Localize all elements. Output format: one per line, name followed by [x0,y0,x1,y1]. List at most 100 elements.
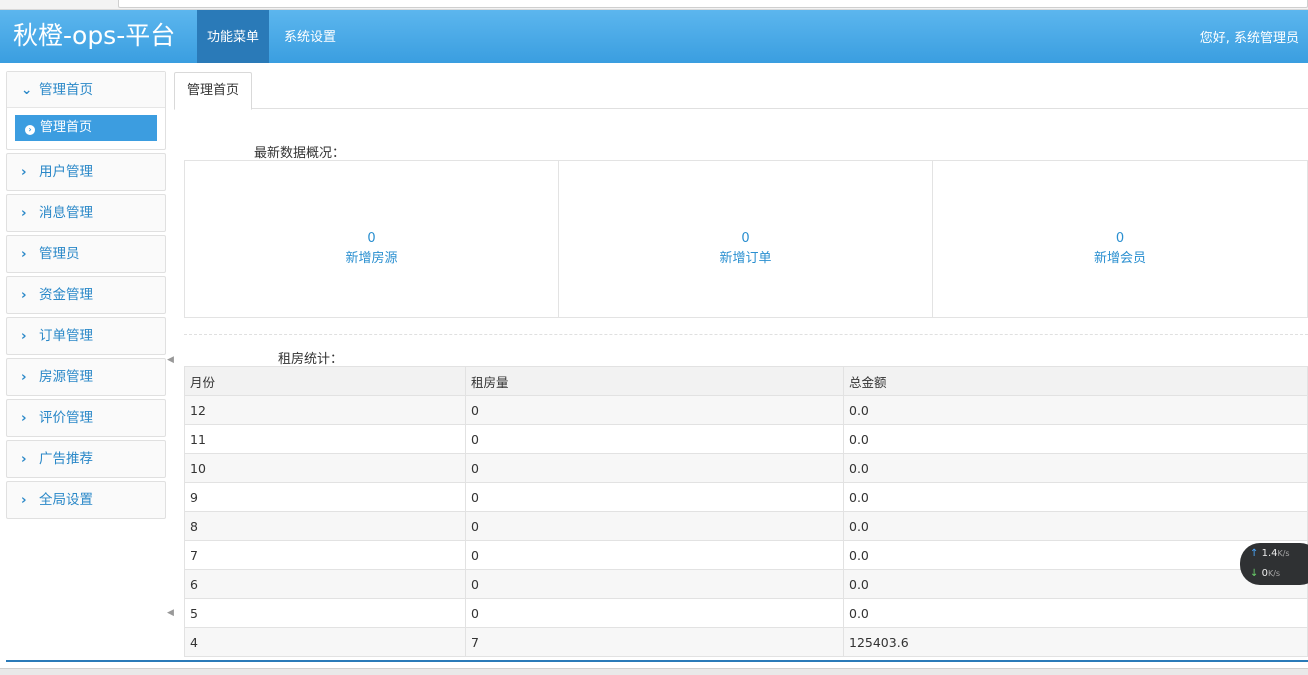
stat-new-members: 0 新增会员 [933,161,1307,317]
sidebar-item-users[interactable]: › 用户管理 [6,153,166,191]
chevron-down-icon: ⌄ [21,82,33,98]
cell-rent-count: 7 [465,627,844,657]
cell-total-amount: 0.0 [843,482,1308,512]
cell-total-amount: 0.0 [843,569,1308,599]
table-row: 12 0 0.0 [184,395,1308,425]
sidebar-item-listings[interactable]: › 房源管理 [6,358,166,396]
sidebar-group-home-header[interactable]: ⌄ 管理首页 [7,72,165,108]
stat-label: 新增订单 [719,251,772,266]
sidebar-group-home: ⌄ 管理首页 › 管理首页 [6,71,166,150]
sidebar-item-admins[interactable]: › 管理员 [6,235,166,273]
cell-total-amount: 0.0 [843,511,1308,541]
sidebar-item-global-settings[interactable]: › 全局设置 [6,481,166,519]
upload-arrow-icon: ↑ [1250,548,1259,559]
chevron-right-icon: › [21,410,27,426]
sidebar: ⌄ 管理首页 › 管理首页 › 用户管理 › 消息管理 › 管理员 › 资金管理 › 订单管理… [6,71,166,522]
sidebar-item-label: 用户管理 [39,164,93,180]
column-header-rent-count: 租房量 [465,366,844,396]
stat-value: 0 [1115,231,1125,246]
sidebar-item-label: 广告推荐 [39,451,93,467]
user-greeting: 您好, 系统管理员 [1199,31,1299,46]
chevron-right-icon: › [21,369,27,385]
sidebar-item-label: 订单管理 [39,328,93,344]
rent-stats-table: 月份 租房量 总金额 12 0 0.0 11 0 0.0 10 0 0.0 9 0 0.0 80… [184,366,1308,657]
cell-month: 9 [184,482,466,512]
nav-tab-function-menu[interactable]: 功能菜单 [197,10,270,63]
chevron-right-icon: › [21,492,27,508]
table-row: 11 0 0.0 [184,424,1308,454]
cell-total-amount: 0.0 [843,540,1308,570]
table-row: 4 7 125403.6 [184,627,1308,657]
chevron-right-icon: › [21,451,27,467]
table-header-row: 月份 租房量 总金额 [184,366,1308,396]
cell-total-amount: 0.0 [843,453,1308,483]
column-header-total-amount: 总金额 [843,366,1308,396]
sidebar-group-label: 管理首页 [39,82,93,98]
collapse-left-icon[interactable]: ◀ [167,608,174,618]
footer-line [6,660,1308,662]
table-row: 10 0 0.0 [184,453,1308,483]
stat-new-orders: 0 新增订单 [559,161,933,317]
nav-tab-system-settings[interactable]: 系统设置 [274,10,346,63]
download-unit: K/s [1267,569,1281,578]
cell-month: 6 [184,569,466,599]
sidebar-item-label: 管理员 [39,246,80,262]
sidebar-item-label: 资金管理 [39,287,93,303]
cell-rent-count: 0 [465,540,844,570]
table-row: 6 0 0.0 [184,569,1308,599]
address-bar[interactable] [118,0,1308,8]
chevron-right-icon: › [21,164,27,180]
sidebar-subitem-label: 管理首页 [40,120,93,135]
table-row: 9 0 0.0 [184,482,1308,512]
sidebar-item-orders[interactable]: › 订单管理 [6,317,166,355]
stat-label: 新增会员 [1093,251,1146,266]
cell-rent-count: 0 [465,598,844,628]
cell-rent-count: 0 [465,569,844,599]
table-row: 8 0 0.0 [184,511,1308,541]
collapse-left-icon[interactable]: ◀ [167,355,174,365]
table-row: 5 0 0.0 [184,598,1308,628]
cell-rent-count: 0 [465,395,844,425]
sidebar-item-reviews[interactable]: › 评价管理 [6,399,166,437]
cell-total-amount: 0.0 [843,395,1308,425]
sidebar-item-label: 消息管理 [39,205,93,221]
sidebar-item-funds[interactable]: › 资金管理 [6,276,166,314]
upload-speed: 1.4 [1261,548,1278,559]
chevron-right-icon: › [21,246,27,262]
stats-title: 最新数据概况： [254,146,346,161]
download-arrow-icon: ↓ [1250,568,1259,579]
cell-month: 4 [184,627,466,657]
sidebar-item-label: 评价管理 [39,410,93,426]
cell-total-amount: 125403.6 [843,627,1308,657]
column-header-month: 月份 [184,366,466,396]
cell-rent-count: 0 [465,453,844,483]
sidebar-splitter[interactable]: ◀ ◀ [166,71,174,651]
stat-value: 0 [741,231,750,246]
sidebar-item-label: 全局设置 [39,492,93,508]
brand-title: 秋橙-ops-平台 [13,21,176,50]
cell-month: 5 [184,598,466,628]
cell-month: 12 [184,395,466,425]
sidebar-item-messages[interactable]: › 消息管理 [6,194,166,232]
rent-stats-title: 租房统计： [278,352,344,367]
cell-rent-count: 0 [465,482,844,512]
browser-chrome-strip [0,0,1308,10]
cell-month: 7 [184,540,466,570]
upload-unit: K/s [1277,549,1290,558]
top-header: 秋橙-ops-平台 功能菜单 系统设置 您好, 系统管理员 [0,10,1308,63]
browser-status-strip [0,668,1308,675]
sidebar-item-label: 房源管理 [39,369,93,385]
section-divider [184,334,1308,335]
cell-month: 10 [184,453,466,483]
content-tabbar: 管理首页 [174,71,1308,110]
table-row: 7 0 0.0 [184,540,1308,570]
stat-value: 0 [367,231,376,246]
chevron-right-icon: › [21,205,27,221]
cell-total-amount: 0.0 [843,598,1308,628]
sidebar-subitem-home[interactable]: › 管理首页 [15,115,157,141]
tab-home[interactable]: 管理首页 [174,72,253,110]
arrow-circle-right-icon: › [25,125,35,135]
sidebar-item-ads[interactable]: › 广告推荐 [6,440,166,478]
stats-panel: 0 新增房源 0 新增订单 0 新增会员 [184,160,1308,318]
network-speed-widget[interactable]: ↑ 1.4K/s ↓ 0K/s [1240,543,1308,585]
